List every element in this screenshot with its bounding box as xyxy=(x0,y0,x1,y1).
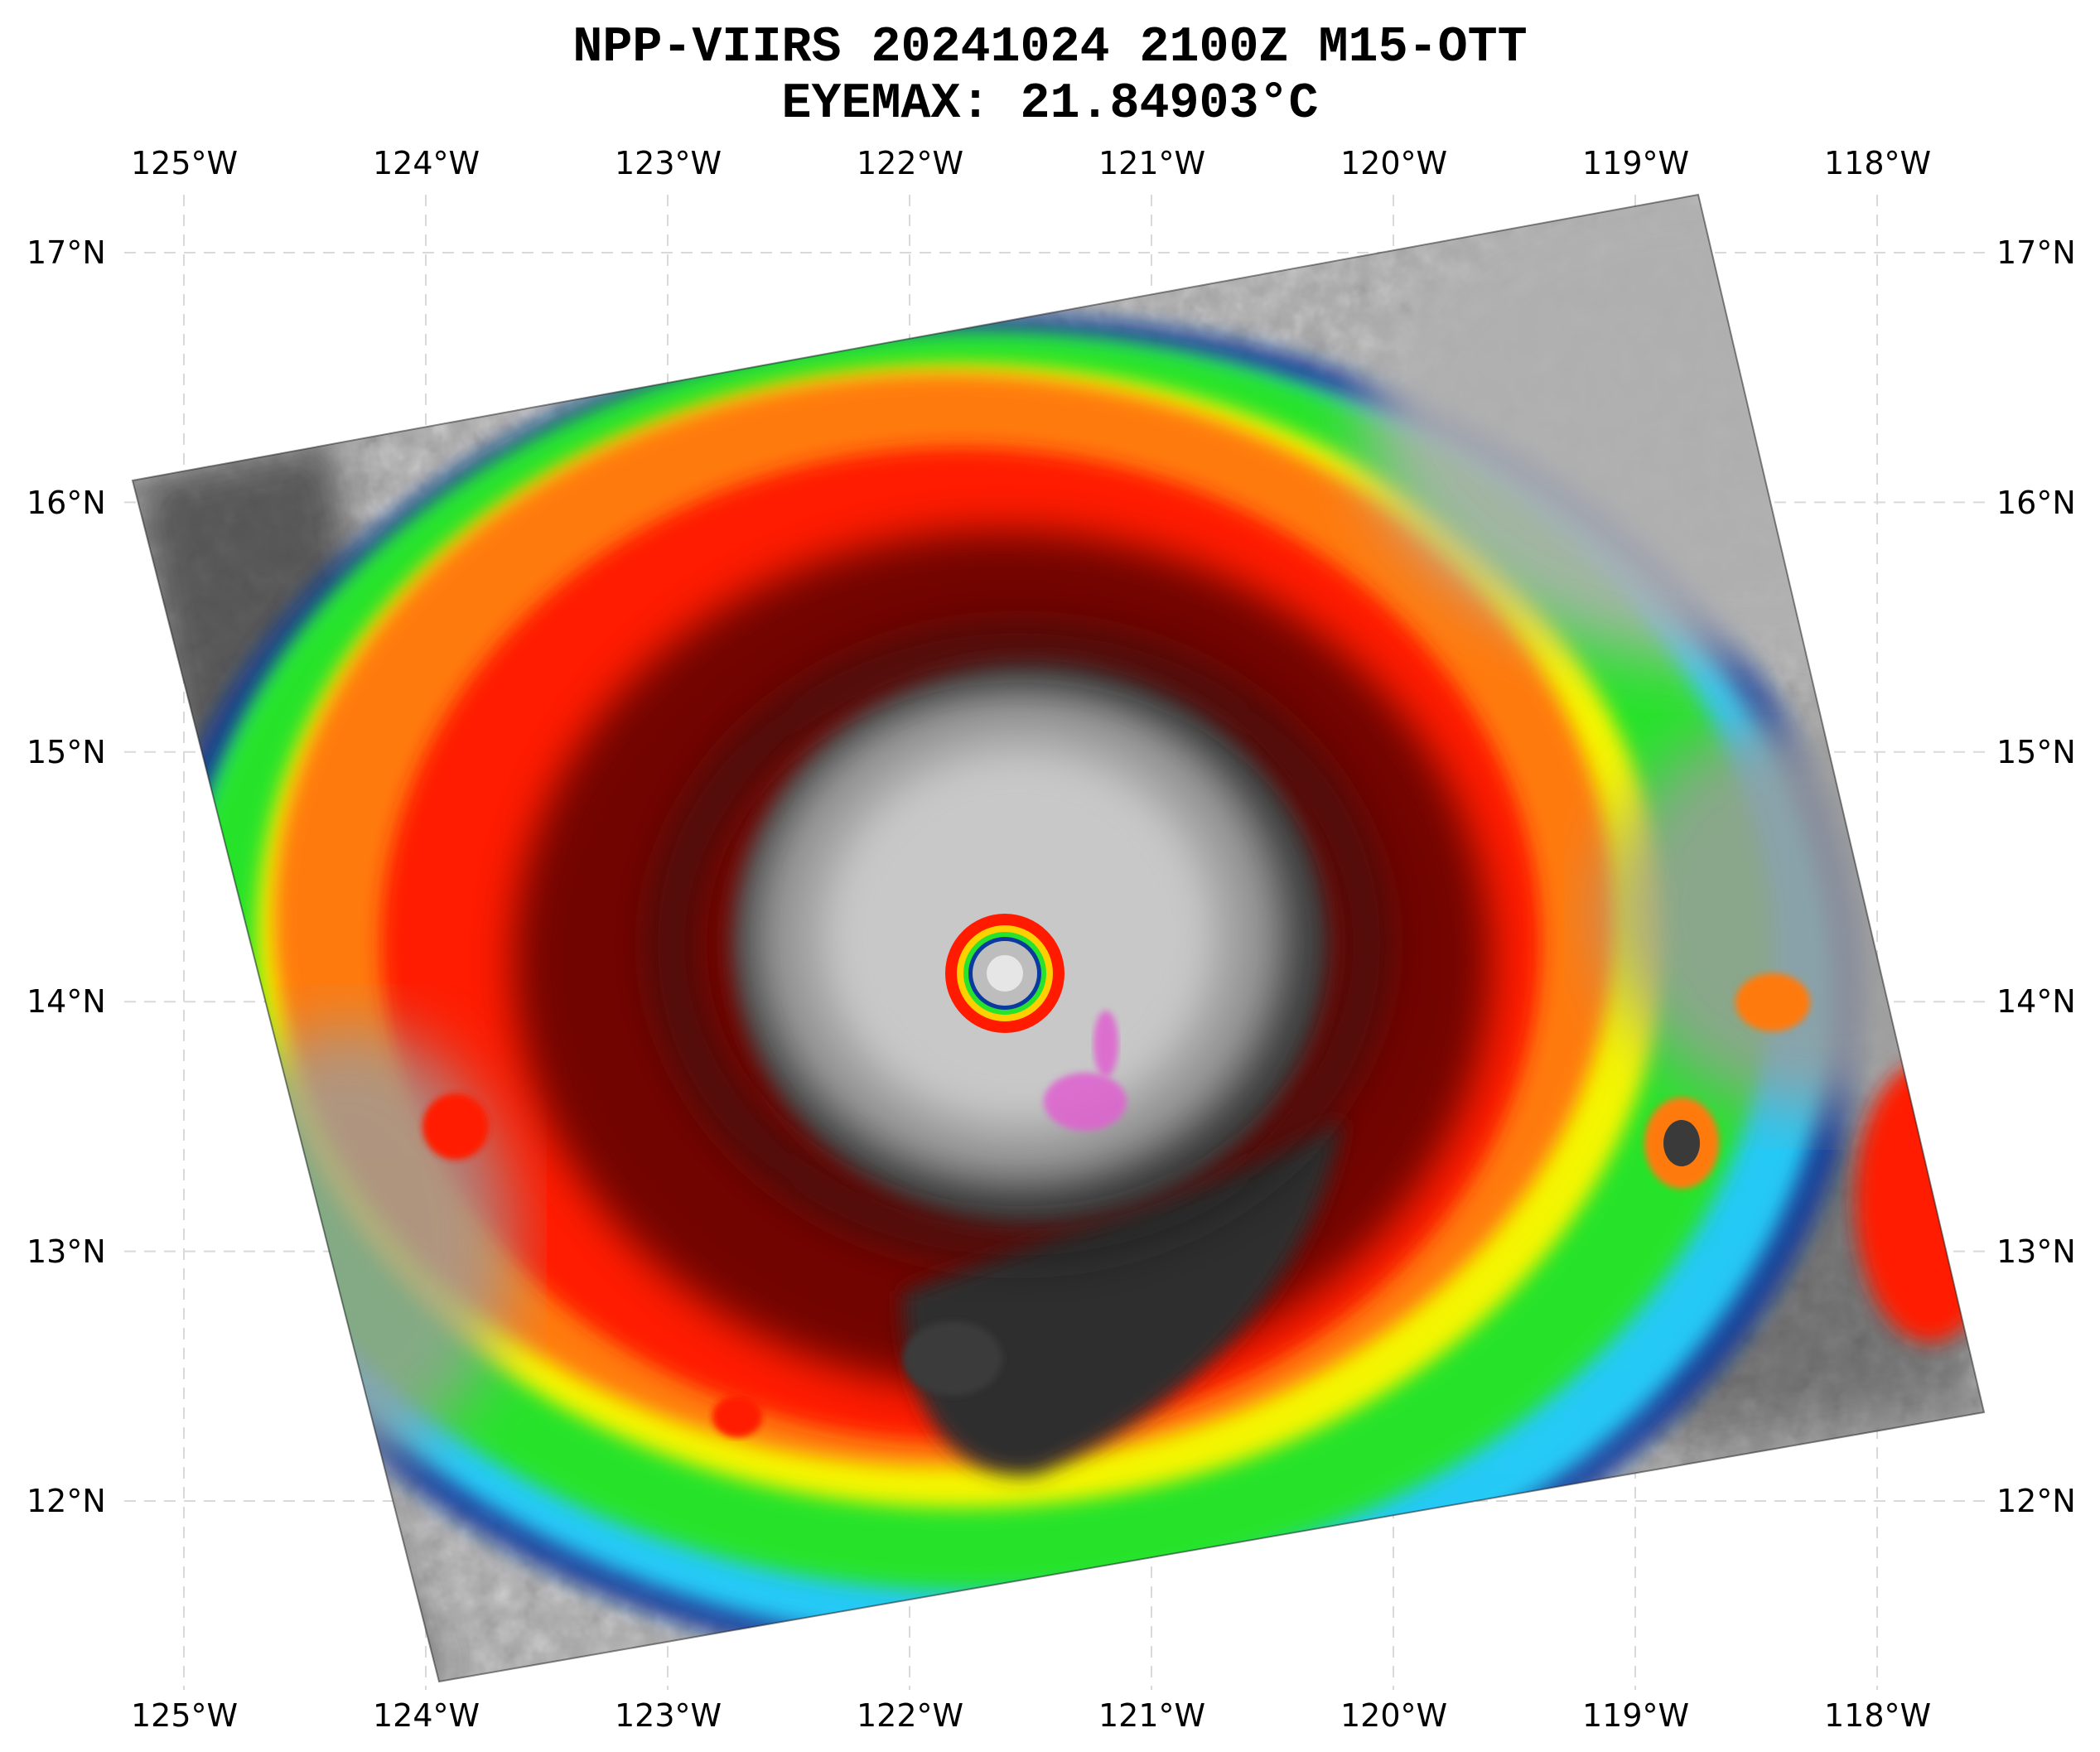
lon-label-bottom: 118°W xyxy=(1824,1697,1932,1734)
lon-label-bottom: 125°W xyxy=(131,1697,239,1734)
lat-label-left: 16°N xyxy=(27,485,106,521)
lon-label-top: 122°W xyxy=(857,145,964,181)
lat-label-right: 16°N xyxy=(1996,485,2076,521)
lon-label-bottom: 123°W xyxy=(615,1697,722,1734)
lat-label-right: 14°N xyxy=(1996,983,2076,1020)
lat-label-left: 14°N xyxy=(27,983,106,1020)
satellite-map xyxy=(124,193,1988,1690)
lon-label-bottom: 122°W xyxy=(857,1697,964,1734)
lat-label-left: 15°N xyxy=(27,734,106,770)
lat-label-left: 13°N xyxy=(27,1233,106,1270)
lon-label-top: 125°W xyxy=(131,145,239,181)
lon-label-top: 120°W xyxy=(1340,145,1448,181)
lon-label-bottom: 121°W xyxy=(1098,1697,1206,1734)
lon-label-bottom: 120°W xyxy=(1340,1697,1448,1734)
lon-label-top: 118°W xyxy=(1824,145,1932,181)
lat-label-right: 12°N xyxy=(1996,1483,2076,1519)
lat-label-right: 15°N xyxy=(1996,734,2076,770)
lon-label-top: 124°W xyxy=(373,145,480,181)
lat-label-left: 17°N xyxy=(27,234,106,271)
lon-label-top: 121°W xyxy=(1098,145,1206,181)
lon-label-bottom: 119°W xyxy=(1582,1697,1690,1734)
imagery-swath xyxy=(133,195,1984,1682)
lon-label-bottom: 124°W xyxy=(373,1697,480,1734)
lat-label-right: 13°N xyxy=(1996,1233,2076,1270)
lon-label-top: 119°W xyxy=(1582,145,1690,181)
lat-label-left: 12°N xyxy=(27,1483,106,1519)
lat-label-right: 17°N xyxy=(1996,234,2076,271)
lon-label-top: 123°W xyxy=(615,145,722,181)
